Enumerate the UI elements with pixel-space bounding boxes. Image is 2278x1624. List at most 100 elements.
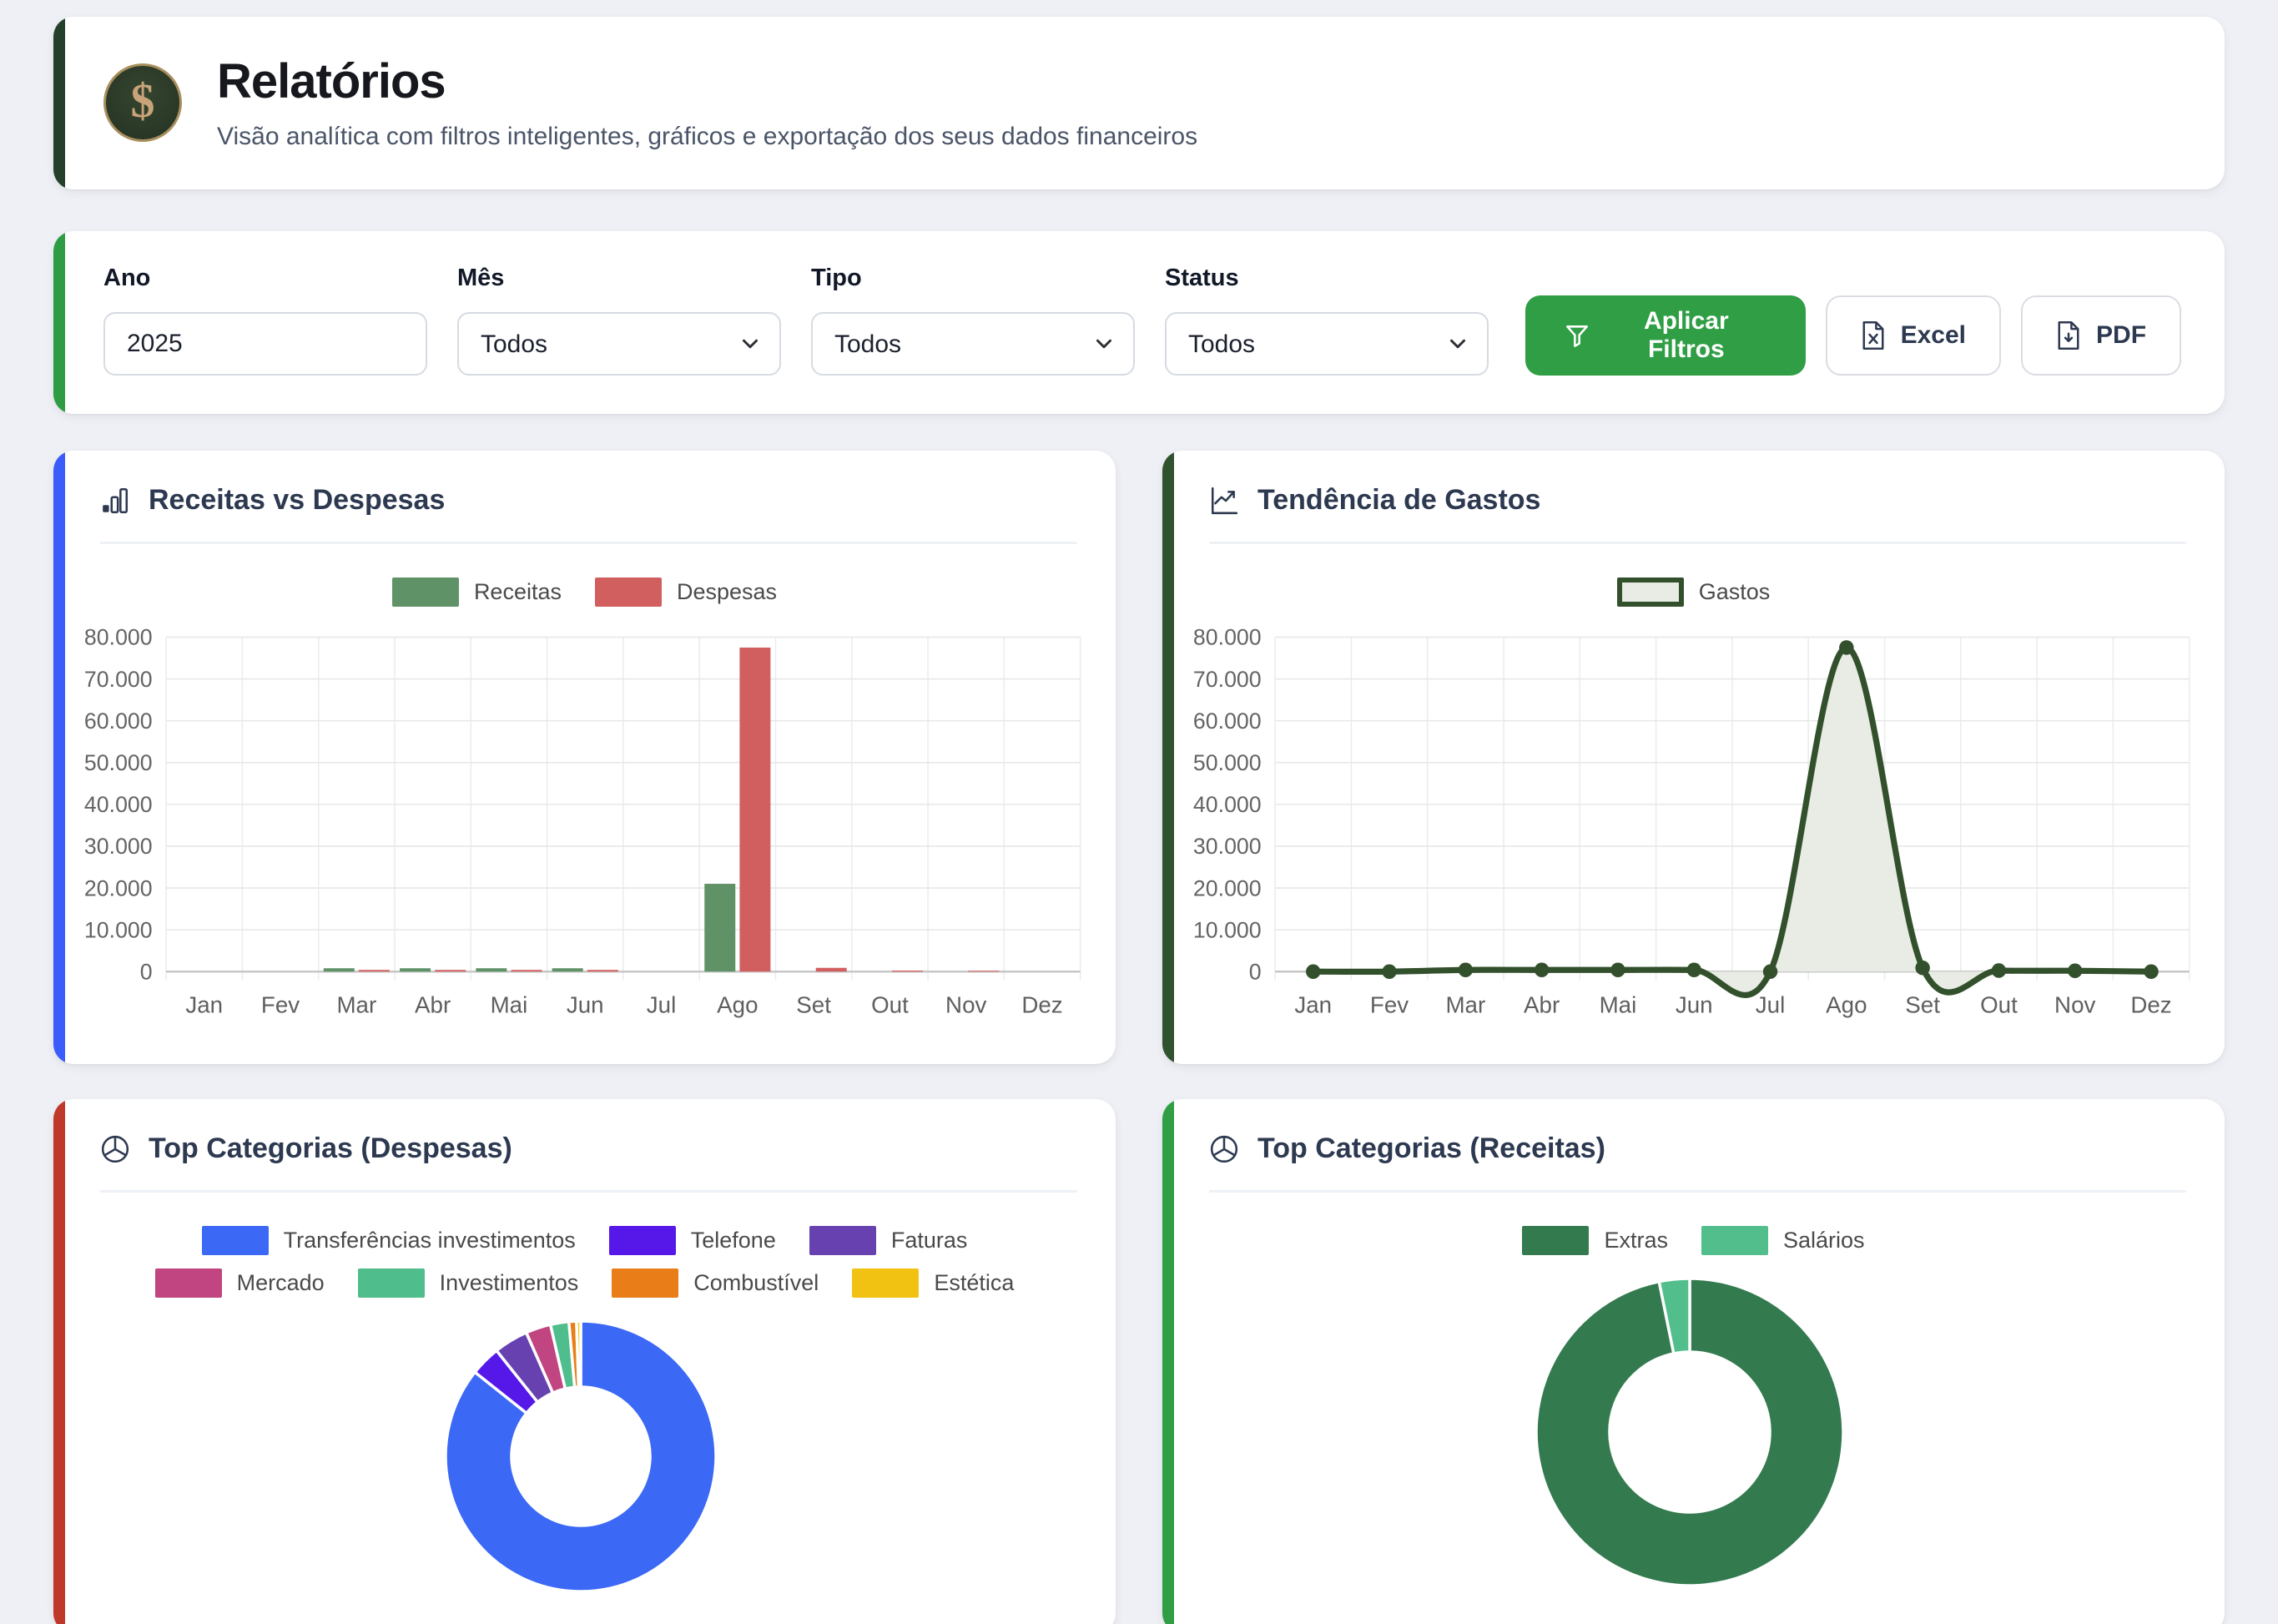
pdf-file-icon [2056, 320, 2081, 351]
legend-item[interactable]: Mercado [155, 1268, 325, 1298]
legend-swatch [612, 1268, 678, 1298]
filters-card: Ano Mês Todos Tipo Todos [53, 231, 2225, 414]
legend-label: Transferências investimentos [284, 1228, 576, 1253]
month-label: Mês [457, 265, 781, 292]
bar-chart-card: Receitas vs Despesas Receitas Despesas 0 1… [53, 451, 1116, 1064]
bar-chart-icon [100, 486, 130, 516]
svg-text:70.000: 70.000 [1193, 667, 1262, 692]
pie-chart-icon [1209, 1134, 1239, 1164]
svg-text:80.000: 80.000 [84, 625, 153, 650]
svg-text:Out: Out [1980, 992, 2018, 1018]
legend-item[interactable]: Receitas [392, 577, 562, 607]
legend-item[interactable]: Gastos [1617, 577, 1771, 607]
expenses-card-accent-bar [53, 1099, 65, 1624]
type-label: Tipo [811, 265, 1135, 292]
legend-item[interactable]: Salários [1701, 1226, 1865, 1255]
svg-text:Dez: Dez [2130, 992, 2171, 1018]
svg-text:0: 0 [1249, 960, 1262, 985]
export-pdf-button[interactable]: PDF [2021, 295, 2181, 376]
divider [100, 542, 1077, 544]
type-select[interactable]: Todos [811, 312, 1135, 376]
bar-chart-legend: Receitas Despesas [109, 577, 1061, 607]
line-chart-card: Tendência de Gastos Gastos 0 10.000 20.000… [1162, 451, 2225, 1064]
legend-swatch [595, 577, 662, 607]
expenses-donut-card: Top Categorias (Despesas) Transferências… [53, 1099, 1116, 1624]
year-label: Ano [103, 265, 427, 292]
legend-item[interactable]: Combustível [612, 1268, 819, 1298]
legend-label: Gastos [1699, 579, 1771, 605]
svg-text:Jan: Jan [185, 992, 223, 1018]
divider [100, 1190, 1077, 1193]
year-input[interactable] [103, 312, 427, 376]
spreadsheet-file-icon [1861, 320, 1886, 351]
filter-actions: Aplicar Filtros Excel [1525, 295, 2181, 376]
line-chart-legend: Gastos [1218, 577, 2170, 607]
type-field-group: Tipo Todos [811, 265, 1135, 376]
page-title: Relatórios [217, 53, 1197, 109]
svg-text:Mai: Mai [1600, 992, 1637, 1018]
income-donut-legend: Extras Salários [1218, 1226, 2170, 1255]
status-label: Status [1165, 265, 1489, 292]
income-donut-card: Top Categorias (Receitas) Extras Salários [1162, 1099, 2225, 1624]
expenses-donut-plot [53, 1303, 1116, 1598]
month-select[interactable]: Todos [457, 312, 781, 376]
line-chart-title: Tendência de Gastos [1257, 484, 1540, 517]
svg-text:Set: Set [1905, 992, 1940, 1018]
expenses-donut-title: Top Categorias (Despesas) [149, 1132, 512, 1165]
legend-label: Investimentos [440, 1270, 579, 1296]
svg-text:40.000: 40.000 [1193, 792, 1262, 817]
svg-text:Out: Out [871, 992, 909, 1018]
status-select[interactable]: Todos [1165, 312, 1489, 376]
bar-card-accent-bar [53, 451, 65, 1064]
svg-text:10.000: 10.000 [1193, 917, 1262, 942]
income-donut-plot [1162, 1260, 2225, 1592]
bar-chart-plot: 010.00020.00030.00040.00050.00060.00070.… [53, 612, 1116, 1031]
bar-chart-title: Receitas vs Despesas [149, 484, 445, 517]
svg-text:Jul: Jul [1756, 992, 1785, 1018]
svg-text:30.000: 30.000 [1193, 834, 1262, 859]
legend-label: Mercado [237, 1270, 325, 1296]
charts-grid: Receitas vs Despesas Receitas Despesas 0 1… [53, 451, 2225, 1624]
month-field-group: Mês Todos [457, 265, 781, 376]
svg-text:Set: Set [796, 992, 831, 1018]
header-accent-bar [53, 17, 65, 189]
legend-label: Receitas [474, 579, 562, 605]
svg-text:Ago: Ago [717, 992, 758, 1018]
legend-item[interactable]: Transferências investimentos [202, 1226, 576, 1255]
svg-text:80.000: 80.000 [1193, 625, 1262, 650]
line-card-accent-bar [1162, 451, 1174, 1064]
legend-item[interactable]: Estética [852, 1268, 1014, 1298]
export-excel-button[interactable]: Excel [1826, 295, 2001, 376]
legend-swatch [609, 1226, 676, 1255]
dollar-coin-icon: $ [131, 77, 155, 125]
reports-page: $ Relatórios Visão analítica com filtros… [0, 0, 2278, 1624]
legend-swatch [1522, 1226, 1589, 1255]
divider [1209, 542, 2186, 544]
svg-text:60.000: 60.000 [84, 709, 153, 734]
svg-text:0: 0 [140, 960, 153, 985]
legend-item[interactable]: Telefone [609, 1226, 776, 1255]
svg-text:40.000: 40.000 [84, 792, 153, 817]
svg-text:Fev: Fev [261, 992, 300, 1018]
svg-text:70.000: 70.000 [84, 667, 153, 692]
funnel-icon [1564, 322, 1590, 349]
svg-text:Jul: Jul [647, 992, 676, 1018]
svg-text:Jun: Jun [567, 992, 604, 1018]
legend-label: Extras [1604, 1228, 1668, 1253]
legend-label: Combustível [693, 1270, 819, 1296]
legend-item[interactable]: Despesas [595, 577, 777, 607]
legend-item[interactable]: Faturas [809, 1226, 968, 1255]
svg-text:60.000: 60.000 [1193, 709, 1262, 734]
apply-filters-button[interactable]: Aplicar Filtros [1525, 295, 1806, 376]
svg-text:20.000: 20.000 [1193, 875, 1262, 900]
svg-text:Mai: Mai [491, 992, 528, 1018]
svg-text:Abr: Abr [415, 992, 451, 1018]
trend-up-icon [1209, 486, 1239, 516]
legend-swatch [809, 1226, 876, 1255]
svg-text:10.000: 10.000 [84, 917, 153, 942]
legend-item[interactable]: Extras [1522, 1226, 1668, 1255]
legend-label: Estética [934, 1270, 1014, 1296]
legend-item[interactable]: Investimentos [358, 1268, 579, 1298]
line-chart-plot: 010.00020.00030.00040.00050.00060.00070.… [1162, 612, 2225, 1031]
income-donut-title: Top Categorias (Receitas) [1257, 1132, 1605, 1165]
